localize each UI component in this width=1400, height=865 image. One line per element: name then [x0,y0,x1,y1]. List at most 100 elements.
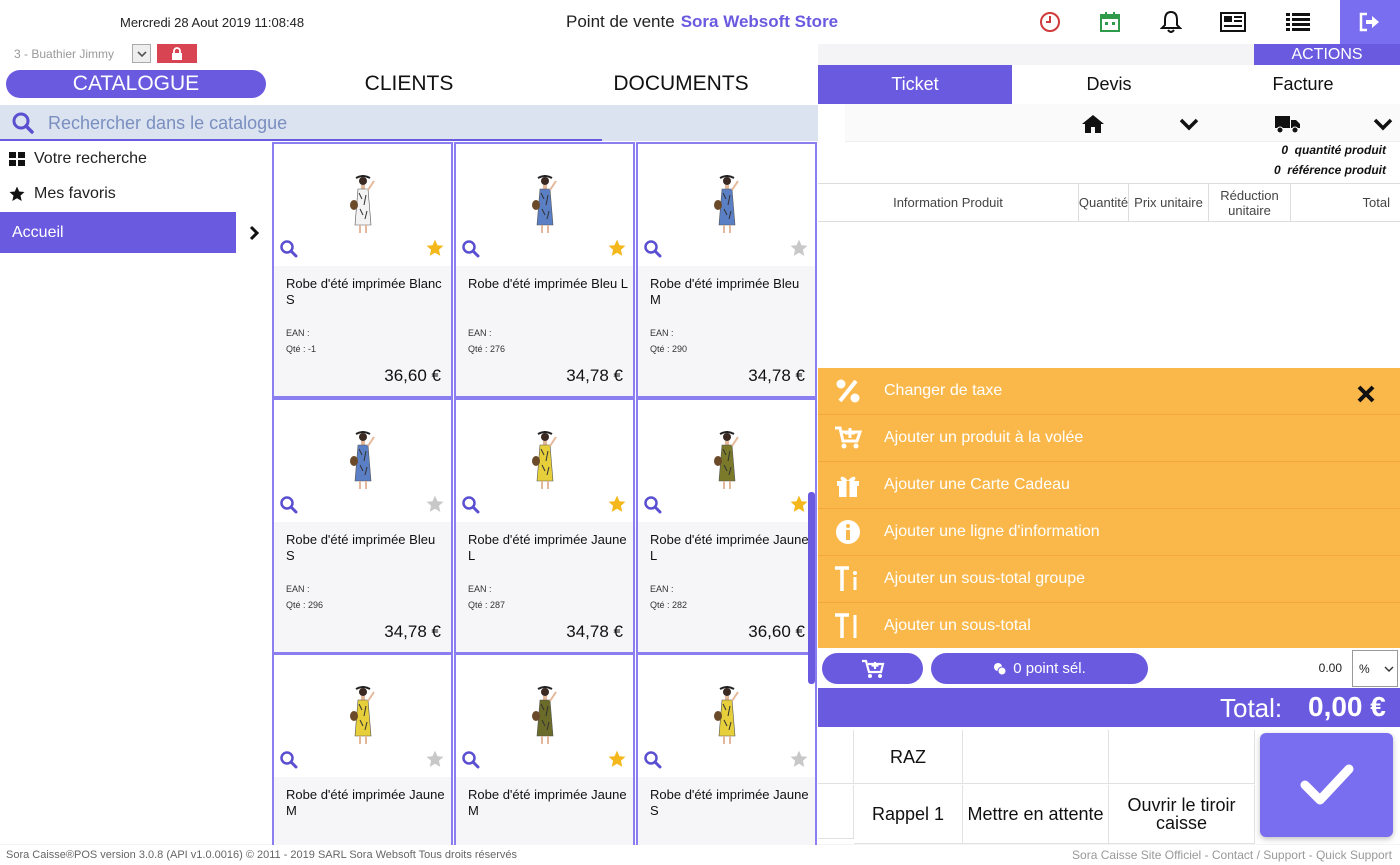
newspaper-icon[interactable] [1220,10,1246,34]
action-label: Ajouter un sous-total groupe [884,570,1086,587]
actions-button[interactable]: ACTIONS [1254,44,1400,65]
action-item[interactable]: Ajouter un sous-total [818,603,1400,650]
product-price: 34,78 € [748,366,805,385]
official-site-link[interactable]: Sora Caisse Site Officiel [1072,848,1201,862]
action-item[interactable]: Ajouter une Carte Cadeau [818,462,1400,509]
discount-type-select[interactable]: % [1352,650,1398,687]
chevron-right-icon [249,225,259,240]
product-card[interactable]: Robe d'été imprimée Bleu S EAN : Qté : 296… [272,398,453,654]
copyright-text: Sora Caisse®POS version 3.0.8 (API v1.0.… [6,849,518,861]
history-clock-icon[interactable] [1037,10,1063,34]
info-icon [818,519,878,545]
recall-button[interactable]: Rappel 1 [854,785,963,844]
action-item[interactable]: Ajouter un produit à la volée [818,415,1400,462]
keypad-blank[interactable] [963,730,1109,784]
product-price: 34,78 € [566,622,623,641]
subtotal-group-icon [818,565,878,593]
keypad-blank[interactable] [1109,730,1255,784]
close-actions-button[interactable] [1352,380,1380,408]
favorite-star-icon[interactable] [425,750,445,770]
contact-support-link[interactable]: Contact / Support [1212,848,1305,862]
discount-value[interactable]: 0.00 [1256,653,1346,684]
favorite-star-icon[interactable] [425,239,445,259]
calendar-icon[interactable] [1097,10,1123,34]
favorite-star-icon[interactable] [607,495,627,515]
search-icon[interactable] [12,112,34,139]
open-drawer-button[interactable]: Ouvrir le tiroir caisse [1109,785,1255,844]
action-item[interactable]: Ajouter une ligne d'information [818,509,1400,556]
product-card[interactable]: Robe d'été imprimée Jaune L EAN : Qté : 28… [454,398,635,654]
delivery-truck-icon[interactable] [1274,112,1302,136]
add-to-cart-button[interactable] [822,653,923,684]
favorite-star-icon[interactable] [607,750,627,770]
action-label: Ajouter une ligne d'information [884,523,1100,540]
notification-bell-icon[interactable] [1158,10,1184,34]
home-icon[interactable] [1079,112,1107,136]
product-card[interactable]: Robe d'été imprimée Bleu L EAN : Qté : 276… [454,142,635,398]
tab-catalogue[interactable]: CATALOGUE [6,70,266,98]
cashier-name: 3 - Buathier Jimmy [14,47,115,61]
zoom-icon[interactable] [462,751,482,771]
zoom-icon[interactable] [462,496,482,516]
product-name: Robe d'été imprimée Blanc S [286,276,442,307]
tab-facture[interactable]: Facture [1206,65,1400,104]
star-icon [0,186,34,202]
favorite-star-icon[interactable] [789,495,809,515]
action-item[interactable]: Changer de taxe [818,368,1400,415]
quick-support-link[interactable]: Quick Support [1316,848,1392,862]
tab-ticket[interactable]: Ticket [818,65,1012,104]
zoom-icon[interactable] [644,751,664,771]
zoom-icon[interactable] [280,240,300,260]
home-expand-button[interactable] [236,212,272,253]
loyalty-points-button[interactable]: 0 point sél. [931,653,1148,684]
product-card[interactable]: Robe d'été imprimée Jaune M [272,653,453,865]
tab-clients[interactable]: CLIENTS [300,70,518,98]
chevron-down-icon[interactable] [1175,112,1203,136]
favorite-star-icon[interactable] [789,239,809,259]
zoom-icon[interactable] [644,240,664,260]
tab-devis[interactable]: Devis [1012,65,1206,104]
grid-scrollbar[interactable] [808,492,815,684]
action-label: Ajouter un sous-total [884,617,1031,634]
product-name: Robe d'été imprimée Jaune M [286,787,445,818]
zoom-icon[interactable] [280,496,300,516]
coins-icon [994,662,1007,675]
menu-item-favorites[interactable]: Mes favoris [0,176,272,211]
logout-icon [1359,12,1379,32]
list-menu-icon[interactable] [1285,10,1311,34]
product-info: Robe d'été imprimée Bleu L EAN : Qté : 276… [456,266,633,396]
checkmark-icon [1300,764,1353,805]
keypad-blank[interactable] [818,785,854,839]
favorite-star-icon[interactable] [607,239,627,259]
lock-button[interactable] [157,44,197,63]
zoom-icon[interactable] [280,751,300,771]
reset-button[interactable]: RAZ [854,730,963,784]
user-bar [0,44,818,65]
link-separator: - [1201,848,1212,862]
favorite-star-icon[interactable] [425,495,445,515]
cashier-dropdown[interactable] [132,44,151,63]
menu-item-label: Votre recherche [34,149,147,167]
favorite-star-icon[interactable] [789,750,809,770]
hold-button[interactable]: Mettre en attente [963,785,1109,844]
keypad-blank[interactable] [818,730,854,784]
product-card[interactable]: Robe d'été imprimée Blanc S EAN : Qté : -1… [272,142,453,398]
product-name: Robe d'été imprimée Jaune M [468,787,627,818]
zoom-icon[interactable] [644,496,664,516]
product-ean: EAN : [468,584,492,594]
validate-button[interactable] [1260,733,1393,837]
action-item[interactable]: Ajouter un sous-total groupe [818,556,1400,603]
product-card[interactable]: Robe d'été imprimée Jaune L EAN : Qté : 28… [636,398,817,654]
cart-plus-icon [818,426,878,450]
menu-item-search[interactable]: Votre recherche [0,141,272,176]
tab-documents[interactable]: DOCUMENTS [570,70,792,98]
chevron-down-icon[interactable] [1369,112,1397,136]
product-name: Robe d'été imprimée Jaune L [468,532,627,563]
logout-button[interactable] [1340,0,1400,44]
menu-item-home[interactable]: Accueil [0,212,236,253]
search-input[interactable] [48,108,588,138]
product-card[interactable]: Robe d'été imprimée Jaune M [454,653,635,865]
product-card[interactable]: Robe d'été imprimée Jaune S [636,653,817,865]
product-card[interactable]: Robe d'été imprimée Bleu M EAN : Qté : 290… [636,142,817,398]
zoom-icon[interactable] [462,240,482,260]
